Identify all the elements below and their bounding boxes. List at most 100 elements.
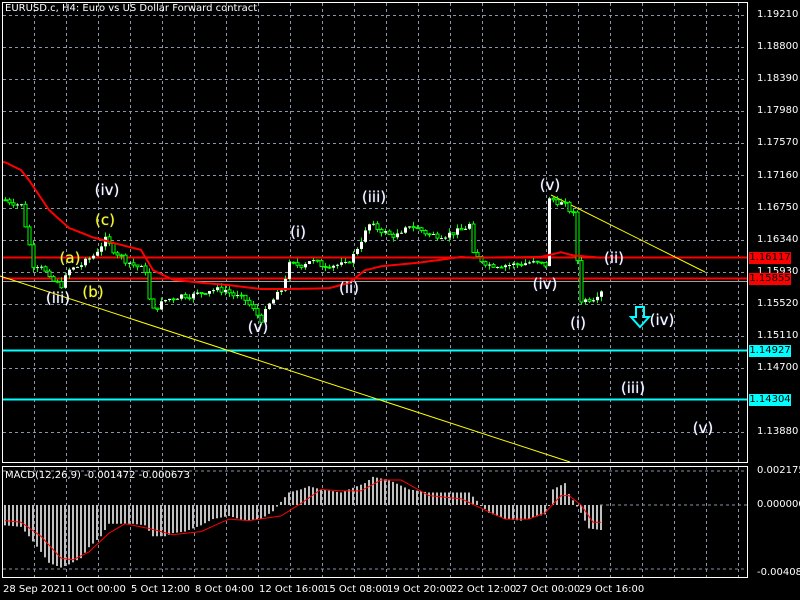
candle-bull — [16, 204, 19, 206]
macd-bar — [296, 490, 298, 505]
macd-bar — [556, 487, 558, 505]
macd-bar — [108, 505, 110, 524]
candle-bull — [272, 299, 275, 304]
candle-bear — [187, 297, 192, 300]
candle-bear — [391, 233, 396, 238]
macd-bar — [68, 505, 70, 565]
candle-bull — [84, 258, 87, 266]
candle-bull — [20, 204, 23, 206]
candle-bull — [488, 264, 491, 266]
candle-bull — [600, 291, 603, 297]
candle-bull — [524, 263, 527, 266]
macd-bar — [132, 505, 134, 524]
candle-bull — [528, 262, 531, 264]
candle-bear — [299, 264, 304, 268]
candle-bull — [304, 263, 307, 268]
price-axis-label: 1.18390 — [757, 73, 799, 85]
candle-bear — [199, 292, 204, 295]
macd-bar — [412, 489, 414, 505]
candle-bull — [496, 266, 499, 268]
candle-bear — [451, 232, 456, 236]
candle-bear — [55, 280, 60, 283]
macd-bar — [508, 505, 510, 520]
candle-bear — [459, 227, 464, 231]
macd-bar — [596, 505, 598, 530]
candle-bull — [140, 265, 143, 267]
price-axis-label: 1.17570 — [757, 137, 799, 149]
macd-bar — [496, 505, 498, 516]
candle-bull — [532, 261, 535, 263]
wave-label: (iii) — [361, 188, 387, 206]
candle-bull — [100, 246, 103, 252]
wave-label: (v) — [539, 176, 561, 194]
candle-bear — [435, 233, 440, 239]
macd-bar — [232, 505, 234, 518]
macd-bar — [408, 489, 410, 505]
candle-bear — [475, 252, 480, 258]
macd-bar — [188, 505, 190, 531]
candle-bear — [111, 242, 116, 254]
macd-bar — [32, 505, 34, 542]
candle-bear — [319, 260, 324, 267]
candle-bear — [535, 260, 540, 263]
candle-bull — [128, 262, 131, 264]
macd-bar — [196, 505, 198, 527]
macd-bar — [452, 492, 454, 505]
price-axis-label: 1.14700 — [757, 362, 799, 374]
macd-bar — [228, 505, 230, 516]
macd-bar — [180, 505, 182, 533]
candle-bear — [483, 261, 488, 266]
wave-label: (i) — [570, 314, 586, 332]
grid — [3, 3, 748, 578]
price-axis-label: 1.19210 — [757, 9, 799, 20]
candle-bull — [396, 233, 399, 238]
candle-bear — [251, 304, 256, 310]
macd-bar — [44, 505, 46, 558]
macd-bar — [388, 479, 390, 505]
candle-bull — [332, 265, 335, 268]
candle-bear — [419, 227, 424, 232]
candle-bear — [143, 265, 148, 273]
candle-bear — [147, 271, 152, 300]
candle-bull — [408, 226, 411, 228]
macd-bar — [40, 505, 42, 552]
macd-bar — [56, 505, 58, 566]
candle-bull — [440, 238, 443, 240]
macd-bar — [36, 505, 38, 547]
wave-label: (iii) — [45, 289, 71, 307]
candle-bear — [171, 298, 176, 301]
macd-bar — [344, 490, 346, 505]
candle-bear — [231, 292, 236, 297]
wave-label: (ii) — [338, 279, 360, 297]
macd-bar — [88, 505, 90, 548]
candle-bear — [327, 266, 332, 269]
macd-bar — [524, 505, 526, 520]
macd-bar — [484, 505, 486, 509]
candle-bear — [375, 223, 380, 231]
wave-label: (iv) — [649, 311, 675, 329]
candle-bear — [47, 270, 52, 278]
macd-bar — [440, 492, 442, 505]
macd-bar — [528, 505, 530, 519]
candle-bear — [247, 299, 252, 306]
macd-bar — [220, 505, 222, 518]
candle-bull — [584, 299, 587, 303]
macd-bar — [464, 492, 466, 505]
candle-bull — [36, 267, 39, 269]
level-price-label: 1.15855 — [749, 272, 791, 285]
candle-bull — [192, 293, 195, 299]
macd-bar — [268, 505, 270, 514]
candle-bear — [347, 261, 352, 264]
price-axis-label: 1.17980 — [757, 105, 799, 117]
wave-label: (v) — [247, 318, 269, 336]
macd-bar — [436, 492, 438, 505]
price-axis-label: 1.15110 — [757, 330, 799, 341]
candle-bull — [512, 263, 515, 266]
macd-bar — [20, 505, 22, 527]
candle-bull — [276, 291, 279, 300]
wave-label: (v) — [692, 419, 714, 437]
candle-bear — [551, 197, 556, 201]
macd-bar — [204, 505, 206, 524]
candle-bull — [88, 258, 91, 260]
macd-bar — [248, 505, 250, 521]
